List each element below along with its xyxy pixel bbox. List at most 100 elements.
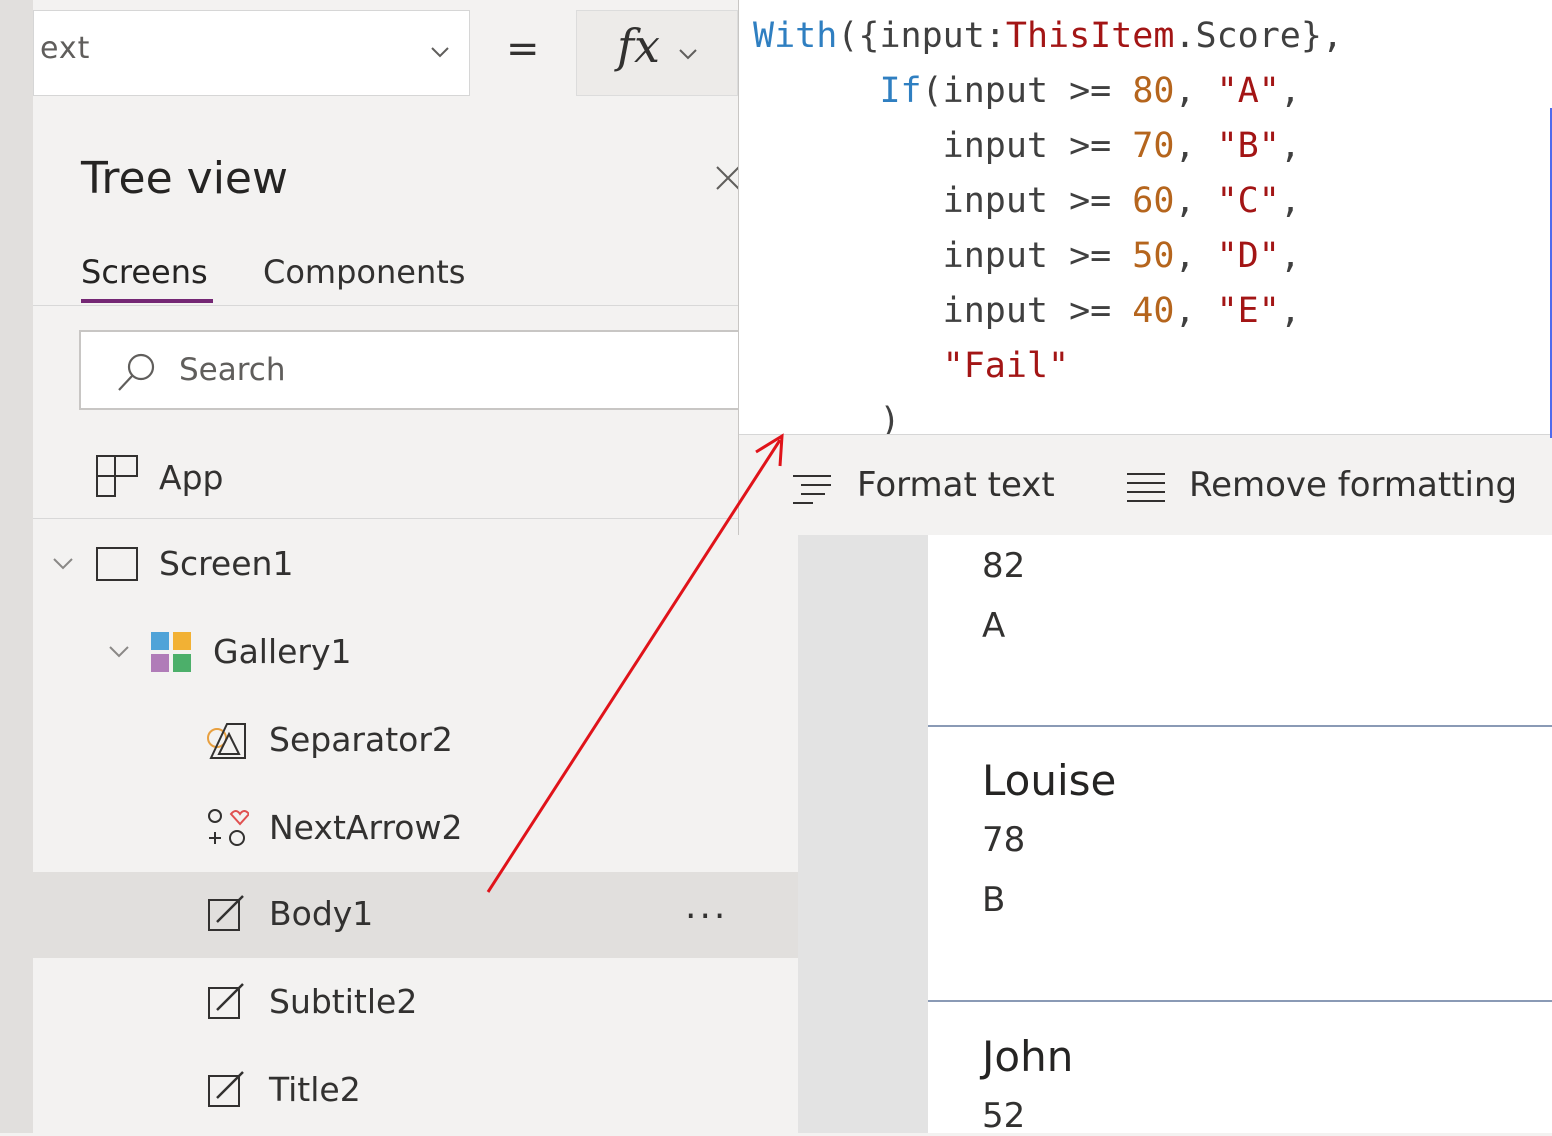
- formula-token: With: [753, 16, 838, 56]
- fx-icon: fx: [617, 19, 660, 73]
- canvas-background: [798, 520, 928, 1133]
- gallery-item-grade: B: [982, 880, 1006, 920]
- formula-token: ,: [1279, 71, 1301, 111]
- formula-token: input >=: [753, 181, 1133, 221]
- formula-line: input >= 40, "E",: [753, 291, 1301, 331]
- formula-line: If(input >= 80, "A",: [753, 71, 1301, 111]
- remove-formatting-icon: [1127, 473, 1165, 502]
- formula-token: (input >=: [921, 71, 1133, 111]
- formula-token: ,: [1174, 71, 1217, 111]
- formula-token: 80: [1132, 71, 1175, 111]
- tab-divider: [33, 305, 738, 306]
- formula-editor[interactable]: With({input:ThisItem.Score}, If(input >=…: [738, 0, 1552, 535]
- tab-components[interactable]: Components: [263, 253, 465, 291]
- formula-line: input >= 70, "B",: [753, 126, 1301, 166]
- tree-item-body1[interactable]: Body1 ...: [33, 872, 798, 958]
- formula-token: 50: [1132, 236, 1175, 276]
- property-dropdown[interactable]: ext: [33, 10, 470, 96]
- tree-item-gallery1[interactable]: Gallery1: [33, 610, 798, 696]
- formula-token: ,: [1174, 181, 1217, 221]
- tree-item-label: Subtitle2: [269, 982, 418, 1021]
- gallery-item-score: 52: [982, 1096, 1026, 1136]
- gallery-separator: [928, 725, 1552, 727]
- property-dropdown-value: ext: [40, 31, 91, 66]
- active-tab-indicator: [81, 299, 213, 303]
- chevron-down-icon[interactable]: [51, 554, 75, 574]
- formula-token: 40: [1132, 291, 1175, 331]
- tree-item-label: Gallery1: [213, 632, 352, 671]
- search-icon: [118, 353, 155, 391]
- tree-item-nextarrow2[interactable]: NextArrow2: [33, 786, 798, 872]
- format-toolbar: Format text Remove formatting: [739, 435, 1552, 535]
- fx-button[interactable]: fx: [576, 10, 738, 96]
- tree-item-title2[interactable]: Title2: [33, 1048, 798, 1134]
- tree-item-label: App: [159, 458, 224, 497]
- formula-line: With({input:ThisItem.Score},: [753, 16, 1343, 56]
- formula-token: input >=: [753, 291, 1133, 331]
- formula-token: [753, 71, 879, 111]
- formula-token: "E": [1216, 291, 1280, 331]
- gallery-separator: [928, 1000, 1552, 1002]
- gallery-item-grade: A: [982, 606, 1006, 646]
- gallery-item-score: 78: [982, 820, 1026, 860]
- tree-item-screen1[interactable]: Screen1: [33, 522, 798, 608]
- tree-view-pane: Tree view Screens Components Search App …: [33, 108, 798, 1133]
- left-rail: [0, 0, 33, 1133]
- tree-item-label: NextArrow2: [269, 808, 463, 847]
- gallery-icon: [151, 632, 191, 672]
- formula-line: "Fail": [753, 346, 1069, 386]
- tab-screens[interactable]: Screens: [81, 253, 208, 291]
- equals-sign: =: [506, 26, 540, 72]
- gallery-canvas[interactable]: 82 A Louise 78 B John 52: [928, 520, 1552, 1136]
- search-placeholder: Search: [179, 352, 286, 388]
- tree-item-label: Body1: [269, 894, 374, 933]
- formula-token: 60: [1132, 181, 1175, 221]
- screen-icon: [96, 547, 138, 581]
- formula-token: ,: [1279, 126, 1301, 166]
- chevron-down-icon[interactable]: [107, 642, 131, 662]
- edit-label-icon: [208, 983, 244, 1019]
- formula-token: ,: [1279, 291, 1301, 331]
- tree-item-label: Title2: [269, 1070, 361, 1109]
- formula-line: input >= 60, "C",: [753, 181, 1301, 221]
- tree-item-label: Screen1: [159, 544, 294, 583]
- formula-token: "B": [1216, 126, 1280, 166]
- tree-divider: [33, 518, 798, 519]
- remove-formatting-button[interactable]: Remove formatting: [1189, 465, 1517, 505]
- formula-token: ,: [1174, 126, 1217, 166]
- gallery-item-name: Louise: [982, 756, 1117, 805]
- icons-control-icon: [208, 809, 249, 846]
- formula-token: ,: [1174, 291, 1217, 331]
- gallery-item-name: John: [982, 1032, 1074, 1081]
- formula-token: "D": [1216, 236, 1280, 276]
- chevron-down-icon: [679, 49, 697, 60]
- formula-token: input >=: [753, 126, 1133, 166]
- formula-token: 70: [1132, 126, 1175, 166]
- formula-token: ,: [1279, 236, 1301, 276]
- tree-item-subtitle2[interactable]: Subtitle2: [33, 960, 798, 1046]
- tree-item-app[interactable]: App: [33, 438, 798, 518]
- formula-token: "A": [1216, 71, 1280, 111]
- gallery-item-score: 82: [982, 546, 1026, 586]
- formula-token: If: [879, 71, 922, 111]
- formula-token: ThisItem: [1005, 16, 1175, 56]
- formula-token: [753, 346, 943, 386]
- formula-token: ({input:: [837, 16, 1006, 56]
- format-text-button[interactable]: Format text: [857, 465, 1055, 505]
- formula-token: "C": [1216, 181, 1280, 221]
- chevron-down-icon: [431, 47, 449, 58]
- more-options-icon[interactable]: ...: [685, 886, 728, 927]
- format-text-icon: [793, 475, 831, 504]
- separator-icon: [207, 723, 246, 759]
- edit-label-icon: [208, 1071, 244, 1107]
- formula-line: input >= 50, "D",: [753, 236, 1301, 276]
- edit-label-icon: [208, 895, 244, 931]
- formula-token: ,: [1174, 236, 1217, 276]
- formula-token: input >=: [753, 236, 1133, 276]
- app-icon: [96, 455, 138, 497]
- formula-token: "Fail": [942, 346, 1070, 386]
- formula-token: .Score},: [1174, 16, 1344, 56]
- formula-token: ,: [1279, 181, 1301, 221]
- tree-item-separator2[interactable]: Separator2: [33, 698, 798, 784]
- search-input[interactable]: Search: [79, 330, 741, 410]
